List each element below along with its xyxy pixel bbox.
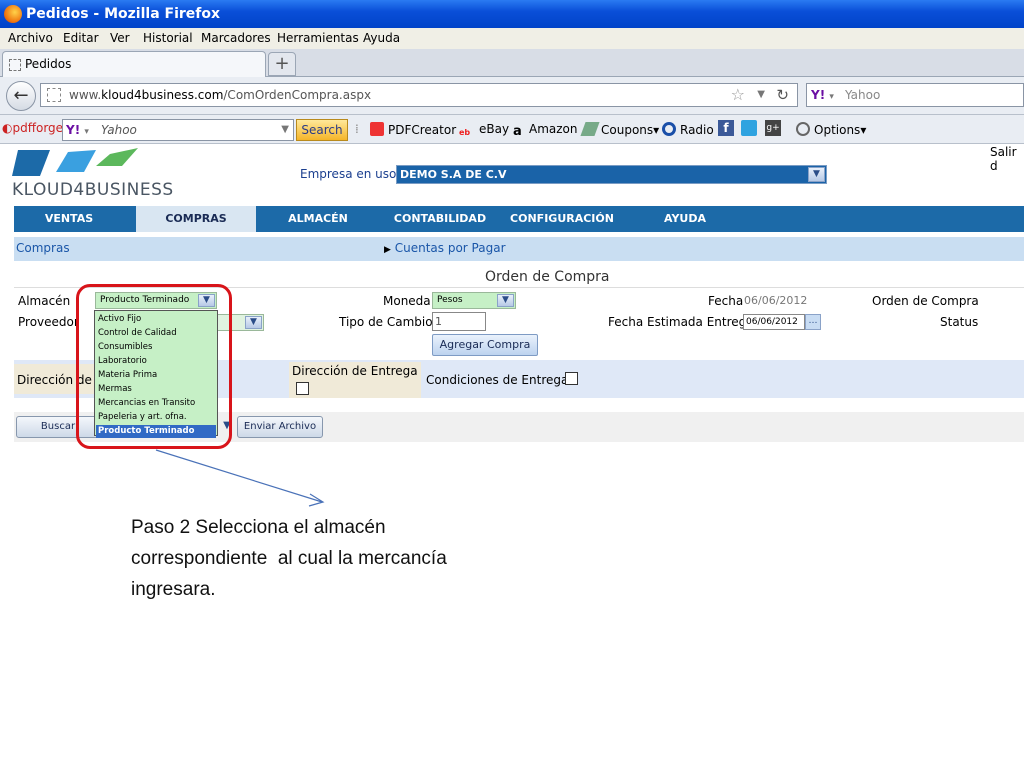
highlight-circle (76, 284, 232, 449)
menu-editar[interactable]: Editar (63, 31, 99, 45)
direccion-entrega-label: Dirección de Entrega (292, 364, 418, 378)
menu-historial[interactable]: Historial (143, 31, 193, 45)
yahoo-logo-icon[interactable]: Y! ▾ (811, 84, 834, 108)
toolbar-bookmarks: ◐pdfforge Y! ▾ Yahoo ▼ Search ⁞ PDFCreat… (0, 115, 1024, 144)
chevron-down-icon[interactable]: ▼ (808, 167, 825, 182)
twitter-icon[interactable] (741, 120, 757, 136)
toolbar-coupons[interactable]: Coupons▾ (580, 122, 659, 137)
facebook-icon[interactable]: f (718, 120, 734, 136)
moneda-label: Moneda (383, 294, 431, 308)
toolbar-radio[interactable]: Radio (662, 122, 714, 137)
condiciones-checkbox[interactable] (565, 372, 578, 385)
salir-link[interactable]: Salir d (990, 145, 1024, 173)
window-titlebar: Pedidos - Mozilla Firefox (0, 0, 1024, 28)
subnav-compras[interactable]: Compras (16, 241, 70, 255)
menubar: Archivo Editar Ver Historial Marcadores … (0, 28, 1024, 49)
chevron-down-icon[interactable]: ▼ (497, 294, 514, 307)
status-label: Status (940, 315, 979, 329)
almacen-label: Almacén (18, 294, 71, 308)
tab-bar: Pedidos + (0, 49, 1024, 77)
separator-icon: ⁞ (355, 122, 359, 136)
orden-compra-label: Orden de Compra (872, 294, 979, 308)
nav-almacen[interactable]: ALMACÉN (256, 206, 380, 232)
empresa-select[interactable]: DEMO S.A DE C.V ▼ (396, 165, 827, 184)
menu-marcadores[interactable]: Marcadores (201, 31, 271, 45)
site-identity-icon (47, 88, 61, 102)
search-input[interactable]: Y! ▾ Yahoo (806, 83, 1024, 107)
tab-label: Pedidos (25, 57, 72, 71)
fecha-estimada-label: Fecha Estimada Entrega (608, 315, 754, 329)
main-nav: VENTAS COMPRAS ALMACÉN CONTABILIDAD CONF… (14, 206, 1024, 232)
window-title: Pedidos - Mozilla Firefox (26, 6, 221, 22)
back-button[interactable]: ← (6, 81, 36, 111)
radio-icon (662, 122, 676, 136)
toolbar-options[interactable]: Options▾ (796, 122, 866, 137)
condiciones-box: Condiciones de Entrega (424, 364, 1024, 394)
triangle-right-icon: ▶ (384, 245, 391, 255)
empresa-label: Empresa en uso: (300, 167, 401, 181)
direccion-entrega-box: Dirección de Entrega (289, 362, 421, 398)
navigation-bar: ← www.kloud4business.com/ComOrdenCompra.… (0, 77, 1024, 115)
calendar-icon[interactable]: … (805, 314, 821, 330)
form-title: Orden de Compra (485, 269, 610, 285)
toolbar-pdfcreator[interactable]: PDFCreator (370, 122, 456, 137)
menu-herramientas[interactable]: Herramientas (277, 31, 359, 45)
tab-pedidos[interactable]: Pedidos (2, 51, 266, 77)
nav-ventas[interactable]: VENTAS (14, 206, 124, 232)
menu-ver[interactable]: Ver (110, 31, 130, 45)
condiciones-label: Condiciones de Entrega (426, 373, 569, 387)
pdf-icon (370, 122, 384, 136)
annotation-text: Paso 2 Selecciona el almacén correspondi… (131, 517, 447, 600)
moneda-select[interactable]: Pesos ▼ (432, 292, 516, 309)
page-icon (9, 59, 21, 71)
pdfforge-logo[interactable]: ◐pdfforge (2, 121, 63, 135)
direccion-entrega-checkbox[interactable] (296, 382, 309, 395)
proveedor-label: Proveedor (18, 315, 79, 329)
bookmark-star-icon[interactable]: ☆ (731, 84, 745, 106)
enviar-archivo-button[interactable]: Enviar Archivo (237, 416, 323, 438)
coupon-icon (580, 122, 600, 136)
logo-text: KLOUD4BUSINESS (12, 180, 174, 200)
nav-configuracion[interactable]: CONFIGURACIÓN (500, 206, 624, 232)
fecha-label: Fecha (708, 294, 744, 308)
firefox-icon (4, 5, 22, 23)
yahoo-search-input[interactable]: Y! ▾ Yahoo ▼ (62, 119, 294, 141)
chevron-down-icon[interactable]: ▼ (245, 316, 262, 329)
menu-archivo[interactable]: Archivo (8, 31, 53, 45)
reload-icon[interactable]: ↻ (776, 84, 789, 106)
page-content: KLOUD4BUSINESS Salir d Empresa en uso: D… (0, 144, 1024, 768)
amazon-icon: a (513, 124, 522, 139)
sub-nav: Compras ▶ Cuentas por Pagar (14, 237, 1024, 261)
yahoo-search-text: Yahoo (101, 123, 137, 137)
googleplus-icon[interactable]: g+ (765, 120, 781, 136)
url-bar[interactable]: www.kloud4business.com/ComOrdenCompra.as… (40, 83, 798, 107)
gear-icon (796, 122, 810, 136)
fecha-value: 06/06/2012 (744, 294, 808, 307)
subnav-cuentas-por-pagar[interactable]: ▶ Cuentas por Pagar (384, 241, 506, 255)
menu-ayuda[interactable]: Ayuda (363, 31, 400, 45)
toolbar-ebay[interactable]: eb eBay (459, 122, 509, 142)
search-button[interactable]: Search (296, 119, 348, 141)
new-tab-button[interactable]: + (268, 52, 296, 76)
tipo-cambio-label: Tipo de Cambio (339, 315, 433, 329)
nav-compras[interactable]: COMPRAS (136, 206, 256, 232)
chevron-down-icon[interactable]: ▼ (281, 120, 289, 140)
search-placeholder: Yahoo (845, 88, 881, 102)
nav-ayuda[interactable]: AYUDA (624, 206, 746, 232)
yahoo-logo-icon: Y! ▾ (66, 123, 89, 137)
agregar-compra-button[interactable]: Agregar Compra (432, 334, 538, 356)
nav-contabilidad[interactable]: CONTABILIDAD (380, 206, 500, 232)
tipo-cambio-input[interactable]: 1 (432, 312, 486, 331)
chevron-down-icon[interactable]: ▼ (757, 84, 765, 106)
toolbar-amazon[interactable]: a Amazon (513, 122, 578, 139)
fecha-estimada-input[interactable]: 06/06/2012 (743, 314, 805, 330)
ebay-icon: eb (459, 128, 471, 137)
url-text: www.kloud4business.com/ComOrdenCompra.as… (69, 88, 372, 102)
